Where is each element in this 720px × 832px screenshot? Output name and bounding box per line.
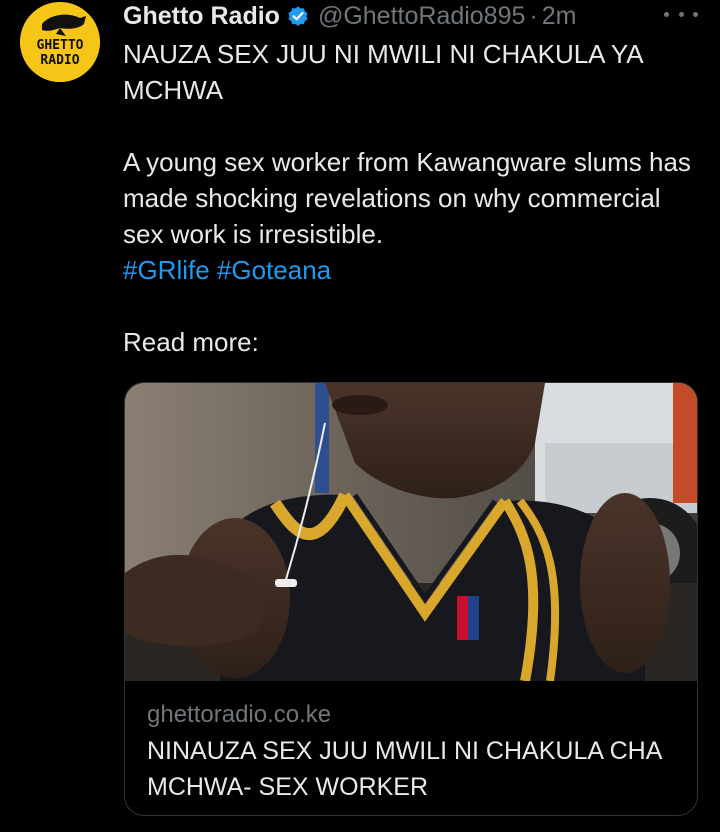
tweet-text: NAUZA SEX JUU NI MWILI NI CHAKULA YA MCH… [123, 36, 703, 360]
separator-dot: · [529, 2, 538, 30]
display-name[interactable]: Ghetto Radio [123, 0, 280, 32]
tweet-header: Ghetto Radio @GhettoRadio895 · 2m [123, 0, 576, 32]
link-card-image[interactable] [125, 383, 697, 681]
link-card-domain: ghettoradio.co.ke [147, 701, 332, 728]
hashtag-goteana[interactable]: #Goteana [217, 255, 331, 285]
link-card[interactable]: ghettoradio.co.ke NINAUZA SEX JUU MWILI … [124, 382, 698, 816]
read-more-label: Read more: [123, 327, 259, 357]
more-options-icon[interactable] [664, 2, 698, 26]
tweet-body: A young sex worker from Kawangware slums… [123, 144, 703, 288]
tweet-headline: NAUZA SEX JUU NI MWILI NI CHAKULA YA MCH… [123, 39, 643, 105]
verified-badge-icon [286, 4, 310, 28]
tweet-timestamp[interactable]: 2m [542, 0, 577, 32]
avatar-logo-line1: GHETTO [37, 38, 84, 53]
avatar-logo-line2: RADIO [40, 53, 79, 68]
hashtag-grlife[interactable]: #GRlife [123, 255, 210, 285]
user-handle[interactable]: @GhettoRadio895 [318, 0, 525, 32]
tweet-body-text: A young sex worker from Kawangware slums… [123, 147, 691, 249]
link-card-meta: ghettoradio.co.ke NINAUZA SEX JUU MWILI … [147, 699, 677, 805]
link-card-title[interactable]: NINAUZA SEX JUU MWILI NI CHAKULA CHA MCH… [147, 733, 677, 805]
avatar[interactable]: GHETTO RADIO [20, 2, 100, 82]
